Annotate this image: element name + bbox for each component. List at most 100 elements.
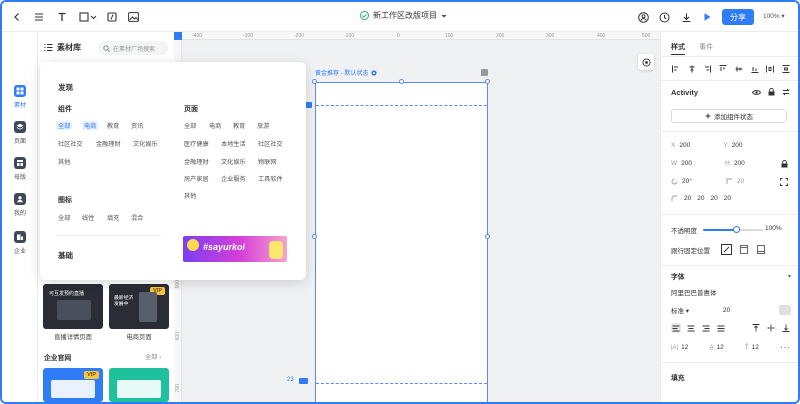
- tag-entertainment[interactable]: 文化娱乐: [221, 157, 246, 166]
- opacity-value[interactable]: 100%: [765, 225, 782, 232]
- banner-thumbnail[interactable]: #sayurkoi: [183, 236, 287, 262]
- tag-linear[interactable]: 线性: [82, 213, 94, 222]
- zoom-select[interactable]: 100% ▾: [763, 12, 785, 20]
- resize-handle[interactable]: [312, 79, 317, 84]
- chevron-down-icon[interactable]: [441, 13, 447, 19]
- distribute-h-icon[interactable]: [765, 64, 775, 74]
- radius-tl-input[interactable]: 20: [684, 195, 691, 202]
- tag-education[interactable]: 教育: [107, 121, 119, 130]
- opacity-slider-knob[interactable]: [733, 226, 740, 233]
- tag-all[interactable]: 全部: [58, 213, 70, 222]
- artboard-menu-icon[interactable]: [481, 69, 488, 76]
- fixed-none-icon[interactable]: [721, 244, 732, 255]
- tag-news[interactable]: 资讯: [131, 121, 143, 130]
- enterprise-card-2[interactable]: [109, 368, 169, 402]
- h-input[interactable]: 200: [734, 160, 745, 167]
- radius-tr-input[interactable]: 20: [697, 195, 704, 202]
- resize-handle[interactable]: [399, 79, 404, 84]
- tag-finance[interactable]: 金融理财: [96, 139, 121, 148]
- radius-br-input[interactable]: 20: [710, 195, 717, 202]
- skew-input[interactable]: 20: [737, 178, 744, 185]
- font-family-row[interactable]: 阿里巴巴普惠体: [671, 287, 791, 297]
- text-align-center-icon[interactable]: [686, 323, 696, 333]
- component-tool-icon[interactable]: [105, 10, 119, 24]
- asset-search-input[interactable]: 在素材广场搜索: [98, 41, 168, 55]
- tag-social[interactable]: 社区社交: [258, 139, 283, 148]
- share-button[interactable]: 分享: [722, 9, 754, 25]
- enterprise-see-all-link[interactable]: 全部 ›: [145, 352, 161, 361]
- nav-item-mine[interactable]: 我的: [2, 188, 38, 222]
- font-family-value[interactable]: 阿里巴巴普惠体: [671, 287, 717, 297]
- valign-bottom-icon[interactable]: [781, 323, 791, 333]
- fullscreen-icon[interactable]: [778, 176, 790, 188]
- eye-icon[interactable]: [751, 87, 761, 97]
- artboard[interactable]: [315, 82, 488, 402]
- collapse-icon[interactable]: ▾: [788, 273, 791, 280]
- tag-other[interactable]: 其他: [184, 191, 196, 200]
- distribute-v-icon[interactable]: [781, 64, 791, 74]
- opacity-slider[interactable]: [703, 226, 763, 233]
- project-title-area[interactable]: 新工作区改版项目: [360, 10, 447, 21]
- font-weight-select[interactable]: 标准 ▾: [671, 305, 717, 315]
- tag-all[interactable]: 全部: [184, 121, 196, 130]
- line-height-field[interactable]: A̲ 12: [710, 344, 724, 351]
- play-preview-icon[interactable]: [700, 10, 714, 24]
- align-top-icon[interactable]: [718, 64, 728, 74]
- swap-icon[interactable]: [781, 87, 791, 97]
- tag-realestate[interactable]: 房产家居: [184, 174, 209, 183]
- lock-icon[interactable]: [766, 87, 776, 97]
- tag-health[interactable]: 医疗健康: [184, 139, 209, 148]
- tag-filled[interactable]: 填充: [107, 213, 119, 222]
- guide-marker[interactable]: [299, 378, 308, 384]
- tag-mixed[interactable]: 混合: [131, 213, 143, 222]
- enterprise-card-1[interactable]: VIP: [43, 368, 103, 402]
- tab-event[interactable]: 事件: [699, 42, 713, 55]
- menu-icon[interactable]: [32, 10, 46, 24]
- artboard-label[interactable]: 黄金推荐 - 默认状态: [315, 68, 377, 77]
- nav-item-assets[interactable]: 素材: [2, 80, 38, 114]
- tag-tools[interactable]: 工具软件: [258, 174, 283, 183]
- add-state-button[interactable]: 添加组件状态: [671, 109, 787, 123]
- fixed-bottom-icon[interactable]: [755, 244, 766, 255]
- font-size-input[interactable]: 20: [723, 307, 773, 314]
- asset-card-live[interactable]: 可互发预约直播: [43, 284, 103, 329]
- image-tool-icon[interactable]: [126, 10, 140, 24]
- align-left-icon[interactable]: [671, 64, 681, 74]
- ruler-corner[interactable]: [174, 32, 182, 40]
- valign-top-icon[interactable]: [751, 323, 761, 333]
- font-color-swatch[interactable]: [779, 305, 791, 315]
- tag-finance[interactable]: 金融理财: [184, 157, 209, 166]
- back-icon[interactable]: [10, 10, 24, 24]
- shape-tool-icon[interactable]: [78, 10, 98, 24]
- x-input[interactable]: 200: [679, 142, 719, 149]
- align-right-icon[interactable]: [702, 64, 712, 74]
- align-center-h-icon[interactable]: [687, 64, 697, 74]
- text-align-justify-icon[interactable]: [716, 323, 726, 333]
- asset-card-ecommerce[interactable]: VIP 最新经济发展中: [109, 284, 169, 329]
- tag-other[interactable]: 其他: [58, 157, 70, 166]
- download-icon[interactable]: [679, 10, 693, 24]
- nav-item-pages[interactable]: 页面: [2, 116, 38, 150]
- nav-item-enterprise[interactable]: 企业: [2, 226, 38, 260]
- history-icon[interactable]: [657, 10, 671, 24]
- target-icon[interactable]: [638, 54, 654, 70]
- align-center-v-icon[interactable]: [734, 64, 744, 74]
- radius-bl-input[interactable]: 20: [724, 195, 731, 202]
- user-avatar-icon[interactable]: [636, 10, 650, 24]
- tag-ecommerce[interactable]: 电商: [82, 121, 99, 130]
- valign-middle-icon[interactable]: [766, 323, 776, 333]
- fixed-top-icon[interactable]: [738, 244, 749, 255]
- tag-travel[interactable]: 旅游: [257, 121, 269, 130]
- resize-handle[interactable]: [485, 79, 490, 84]
- tag-education[interactable]: 教育: [233, 121, 245, 130]
- settings-icon[interactable]: [371, 69, 377, 76]
- tag-local[interactable]: 本地生活: [221, 139, 246, 148]
- more-icon[interactable]: ···: [780, 343, 791, 352]
- w-input[interactable]: 200: [681, 160, 721, 167]
- text-align-left-icon[interactable]: [671, 323, 681, 333]
- tag-enterprise[interactable]: 企业服务: [221, 174, 246, 183]
- constrain-lock-icon[interactable]: [778, 158, 790, 170]
- rotation-input[interactable]: 20°: [682, 178, 722, 185]
- resize-handle[interactable]: [485, 234, 490, 239]
- guide-marker[interactable]: [305, 102, 312, 108]
